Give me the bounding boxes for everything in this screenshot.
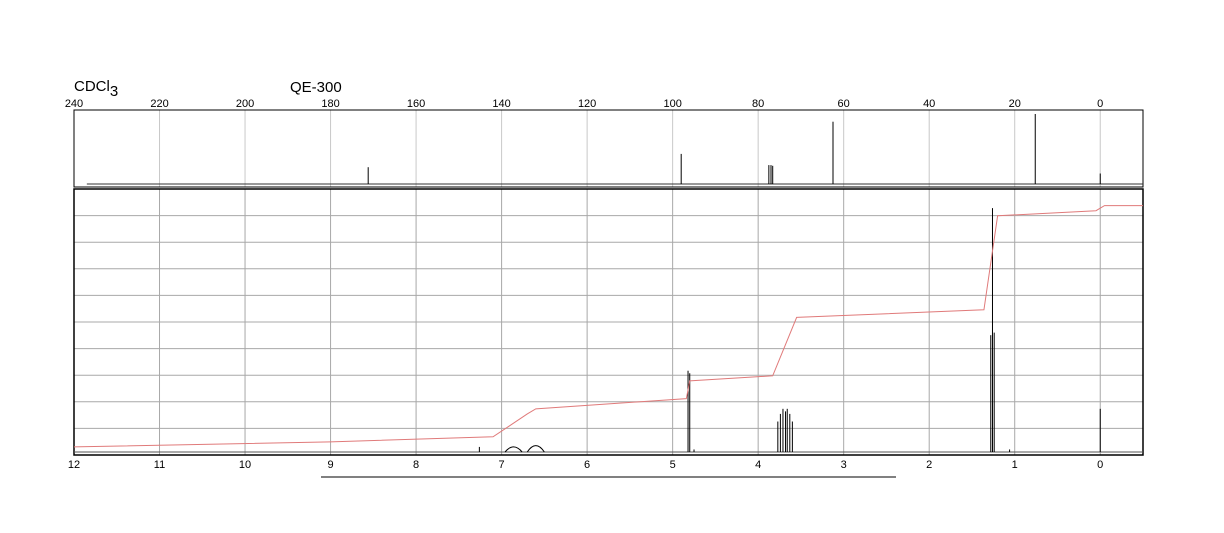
solvent-main-text: CDCl xyxy=(74,78,110,95)
h1-tick-label: 9 xyxy=(327,459,333,471)
c13-tick-label: 80 xyxy=(752,98,764,110)
h1-tick-label: 10 xyxy=(239,459,251,471)
c13-tick-label: 160 xyxy=(407,98,425,110)
h1-tick-label: 4 xyxy=(755,459,761,471)
nmr-spectra-svg: CDCl3 QE-300 240 220 200 180 160 140 120 100 80 6… xyxy=(65,78,1144,478)
solvent-label: CDCl3 xyxy=(74,78,118,100)
h1-tick-label: 3 xyxy=(841,459,847,471)
c13-tick-label: 180 xyxy=(321,98,339,110)
h1-tick-label: 5 xyxy=(670,459,676,471)
h1-panel: 12 11 10 9 8 7 6 5 4 3 2 1 0 xyxy=(68,188,1144,471)
c13-panel: 240 220 200 180 160 140 120 100 80 60 40 20 0 xyxy=(65,98,1144,188)
h1-tick-label: 2 xyxy=(926,459,932,471)
solvent-subscript: 3 xyxy=(110,83,118,100)
c13-tick-label: 200 xyxy=(236,98,254,110)
c13-tick-label: 40 xyxy=(923,98,935,110)
c13-frame xyxy=(73,109,1144,188)
h1-peak xyxy=(526,445,545,453)
c13-tick-label: 60 xyxy=(838,98,850,110)
c13-tick-label: 120 xyxy=(578,98,596,110)
c13-tick-label: 20 xyxy=(1009,98,1021,110)
c13-tick-label: 100 xyxy=(663,98,681,110)
instrument-label: QE-300 xyxy=(290,79,342,96)
h1-peak xyxy=(504,446,523,453)
h1-tick-label: 1 xyxy=(1012,459,1018,471)
c13-tick-label: 140 xyxy=(492,98,510,110)
c13-tick-label: 0 xyxy=(1097,98,1103,110)
h1-tick-label: 6 xyxy=(584,459,590,471)
c13-tick-label: 220 xyxy=(150,98,168,110)
h1-tick-label: 0 xyxy=(1097,459,1103,471)
h1-tick-label: 7 xyxy=(499,459,505,471)
nmr-figure: CDCl3 QE-300 240 220 200 180 160 140 120 100 80 6… xyxy=(0,0,1224,528)
h1-tick-label: 12 xyxy=(68,459,80,471)
h1-tick-label: 8 xyxy=(413,459,419,471)
c13-tick-label: 240 xyxy=(65,98,83,110)
h1-tick-label: 11 xyxy=(154,459,165,471)
